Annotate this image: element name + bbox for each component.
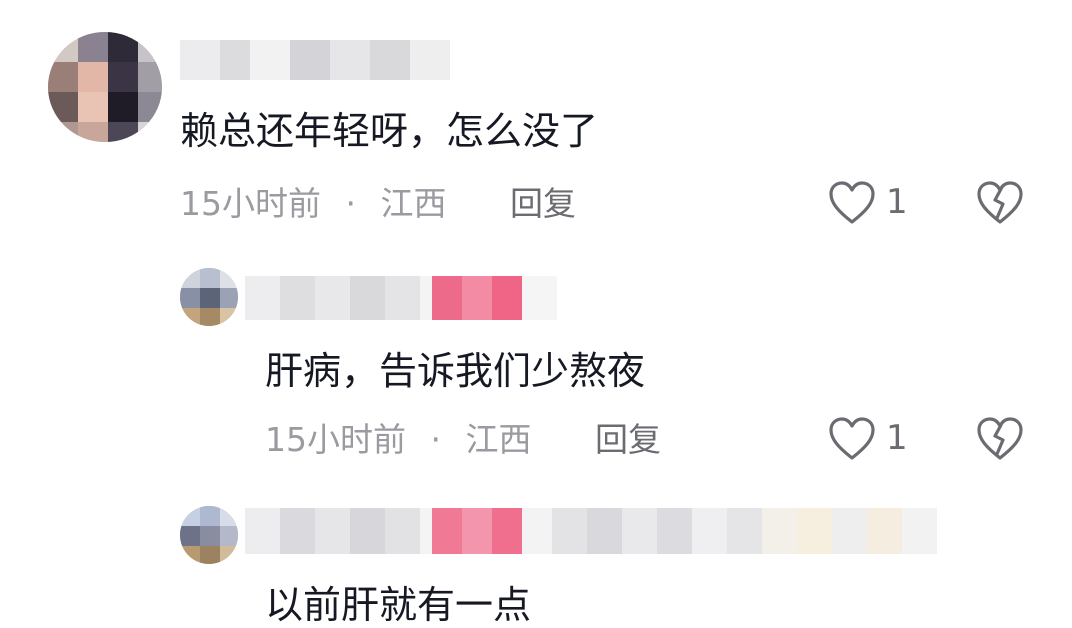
heart-outline-icon: [829, 181, 875, 224]
username-blurred[interactable]: [245, 508, 965, 554]
dislike-button[interactable]: [976, 180, 1024, 226]
comment-time: 15小时前: [180, 184, 321, 223]
reply-button[interactable]: 回复: [595, 420, 661, 460]
username-blurred[interactable]: [180, 40, 450, 80]
comment-text: 赖总还年轻呀，怎么没了: [180, 109, 599, 153]
reply-item: 以前肝就有一点: [0, 480, 1072, 627]
dislike-button[interactable]: [976, 416, 1024, 462]
reply-item: 肝病，告诉我们少熬夜 15小时前 · 江西 回复 1: [0, 240, 1072, 480]
comment-meta: 15小时前 · 江西: [180, 184, 447, 224]
broken-heart-icon: [977, 417, 1023, 460]
reply-button[interactable]: 回复: [510, 184, 576, 224]
heart-outline-icon: [829, 417, 875, 460]
reply-text: 以前肝就有一点: [265, 583, 532, 627]
reply-text: 肝病，告诉我们少熬夜: [265, 349, 646, 393]
avatar[interactable]: [180, 506, 238, 564]
reply-location: 江西: [465, 420, 532, 459]
like-button[interactable]: 1: [828, 416, 918, 462]
comment-item: 赖总还年轻呀，怎么没了 15小时前 · 江西 回复 1: [0, 0, 1072, 240]
like-count: 1: [886, 418, 908, 458]
avatar[interactable]: [180, 268, 238, 326]
like-button[interactable]: 1: [828, 180, 918, 226]
reply-meta: 15小时前 · 江西: [265, 420, 532, 460]
like-count: 1: [886, 182, 908, 222]
reply-time: 15小时前: [265, 420, 406, 459]
comment-location: 江西: [380, 184, 447, 223]
meta-separator: ·: [345, 184, 357, 223]
meta-separator: ·: [430, 420, 442, 459]
avatar[interactable]: [48, 32, 162, 142]
broken-heart-icon: [977, 181, 1023, 224]
username-blurred[interactable]: [245, 276, 575, 320]
